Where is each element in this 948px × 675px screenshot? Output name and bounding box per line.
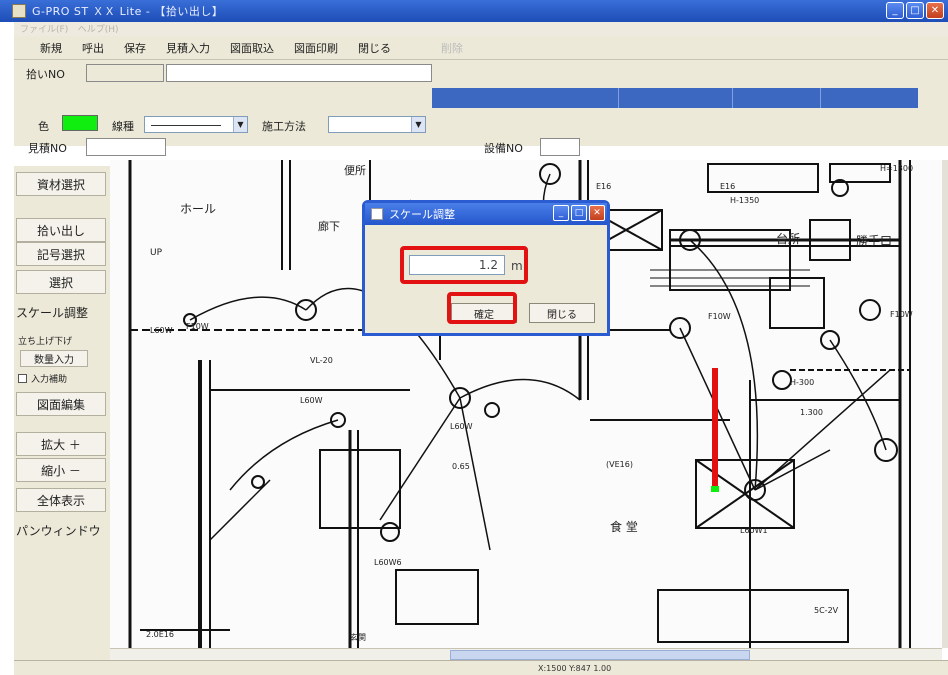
title-bar: G-PRO ST ＸＸ Lite - 【拾い出し】 _ □ ✕ <box>0 0 948 22</box>
app-icon <box>12 4 26 18</box>
color-label: 色 <box>38 120 49 133</box>
select-button[interactable]: 選択 <box>16 270 106 294</box>
drawing-label: L60W1 <box>740 526 768 535</box>
estimate-no-label: 見積NO <box>28 142 67 155</box>
hiroi-no-field[interactable] <box>86 64 164 82</box>
import-drawing-button[interactable]: 図面取込 <box>222 38 282 58</box>
hiroi-name-field[interactable] <box>166 64 432 82</box>
minimize-icon[interactable]: _ <box>886 2 904 19</box>
dialog-title-bar: スケール調整 _ □ ✕ <box>365 203 607 225</box>
material-select-button[interactable]: 資材選択 <box>16 172 106 196</box>
drawing-label: 0.65 <box>452 462 470 471</box>
qty-input-button[interactable]: 数量入力 <box>20 350 88 367</box>
room-label: 勝手口 <box>856 234 893 248</box>
drawing-label: E16 <box>720 182 736 191</box>
hiroi-no-label: 拾いNO <box>26 68 65 81</box>
header-band <box>432 88 918 108</box>
line-type-label: 線種 <box>112 120 134 133</box>
drawing-label: F10W <box>708 312 731 321</box>
measure-endpoint <box>711 486 719 492</box>
drawing-label: E16 <box>596 182 612 191</box>
minimize-icon[interactable]: _ <box>553 205 569 221</box>
estimate-input-button[interactable]: 見積入力 <box>158 38 218 58</box>
rise-fall-label: 立ち上げ下げ <box>18 337 73 347</box>
drawing-label: VL-20 <box>310 356 333 365</box>
drawing-label: 5C-2V <box>814 606 839 615</box>
print-drawing-button[interactable]: 図面印刷 <box>286 38 346 58</box>
open-button[interactable]: 呼出 <box>74 38 112 58</box>
room-label: ホール <box>180 202 217 216</box>
color-swatch[interactable] <box>62 115 98 131</box>
drawing-label: 便所 <box>344 164 366 177</box>
drawing-label: 玄関 <box>350 633 366 642</box>
estimate-no-field[interactable] <box>86 138 166 156</box>
dialog-close-button[interactable]: 閉じる <box>529 303 595 323</box>
checkbox-icon <box>18 374 27 383</box>
room-label: 食 堂 <box>610 520 638 534</box>
highlight-scale-input <box>400 246 528 284</box>
status-coordinates: X:1500 Y:847 1.00 <box>538 664 612 673</box>
maximize-icon[interactable]: □ <box>906 2 924 19</box>
highlight-confirm-button <box>447 292 517 324</box>
drawing-label: L60W6 <box>374 558 402 567</box>
input-assist-checkbox[interactable]: 入力補助 <box>18 372 67 385</box>
drawing-edit-button[interactable]: 図面編集 <box>16 392 106 416</box>
line-type-select[interactable]: ▼ <box>144 116 248 133</box>
drawing-label: L60W <box>300 396 323 405</box>
status-bar: X:1500 Y:847 1.00 <box>14 660 948 675</box>
scale-adjust-button[interactable]: スケール調整 <box>16 300 106 324</box>
menu-bar: ファイル(F) ヘルプ(H) <box>14 22 948 36</box>
delete-button: 削除 <box>441 41 463 55</box>
window-controls: _ □ ✕ <box>886 2 944 19</box>
equipment-no-label: 設備NO <box>484 142 523 155</box>
close-icon[interactable]: ✕ <box>926 2 944 19</box>
sidebar: 資材選択 拾い出し 記号選択 選択 スケール調整 立ち上げ下げ 数量入力 入力補… <box>14 166 110 660</box>
drawing-label: L60W <box>150 326 173 335</box>
pan-window-button[interactable]: パンウィンドウ <box>16 518 106 542</box>
maximize-icon[interactable]: □ <box>571 205 587 221</box>
window-title: G-PRO ST ＸＸ Lite - 【拾い出し】 <box>32 5 224 18</box>
dialog-title: スケール調整 <box>389 208 455 221</box>
menu-help[interactable]: ヘルプ(H) <box>78 23 119 37</box>
toolbar: 新規 呼出 保存 見積入力 図面取込 図面印刷 閉じる 削除 <box>14 36 948 60</box>
horizontal-scrollbar[interactable] <box>110 648 942 660</box>
vertical-scrollbar[interactable] <box>942 160 948 648</box>
method-label: 施工方法 <box>262 120 306 133</box>
drawing-label: F10W <box>890 310 913 319</box>
chevron-down-icon: ▼ <box>233 117 247 132</box>
drawing-label: UP <box>150 248 163 258</box>
fit-all-button[interactable]: 全体表示 <box>16 488 106 512</box>
dialog-app-icon <box>371 208 383 220</box>
input-assist-label: 入力補助 <box>31 375 68 385</box>
drawing-label: H-300 <box>790 378 815 387</box>
measure-line <box>712 368 718 492</box>
method-select[interactable]: ▼ <box>328 116 426 133</box>
menu-file[interactable]: ファイル(F) <box>20 23 68 37</box>
new-button[interactable]: 新規 <box>32 38 70 58</box>
drawing-label: L60W <box>450 422 473 431</box>
zoom-out-button[interactable]: 縮小 － <box>16 458 106 482</box>
drawing-label: H-1350 <box>730 196 760 205</box>
drawing-label: 2.0E16 <box>146 630 174 639</box>
zoom-in-button[interactable]: 拡大 ＋ <box>16 432 106 456</box>
property-bar: 拾いNO 色 線種 ▼ 施工方法 ▼ 見積NO 設備NO <box>14 60 948 156</box>
equipment-no-field[interactable] <box>540 138 580 156</box>
takeoff-button[interactable]: 拾い出し <box>16 218 106 242</box>
close-icon[interactable]: ✕ <box>589 205 605 221</box>
room-label: 廊下 <box>318 220 340 233</box>
save-button[interactable]: 保存 <box>116 38 154 58</box>
drawing-label: 1.300 <box>800 408 823 417</box>
drawing-label: H=1300 <box>880 164 914 173</box>
close-button[interactable]: 閉じる <box>350 38 399 58</box>
chevron-down-icon: ▼ <box>411 117 425 132</box>
scroll-thumb[interactable] <box>450 650 750 660</box>
drawing-label: (VE16) <box>606 460 633 469</box>
drawing-label: F10W <box>186 322 209 331</box>
room-label: 台所 <box>776 232 801 246</box>
symbol-select-button[interactable]: 記号選択 <box>16 242 106 266</box>
dialog-window-controls: _ □ ✕ <box>553 205 605 221</box>
